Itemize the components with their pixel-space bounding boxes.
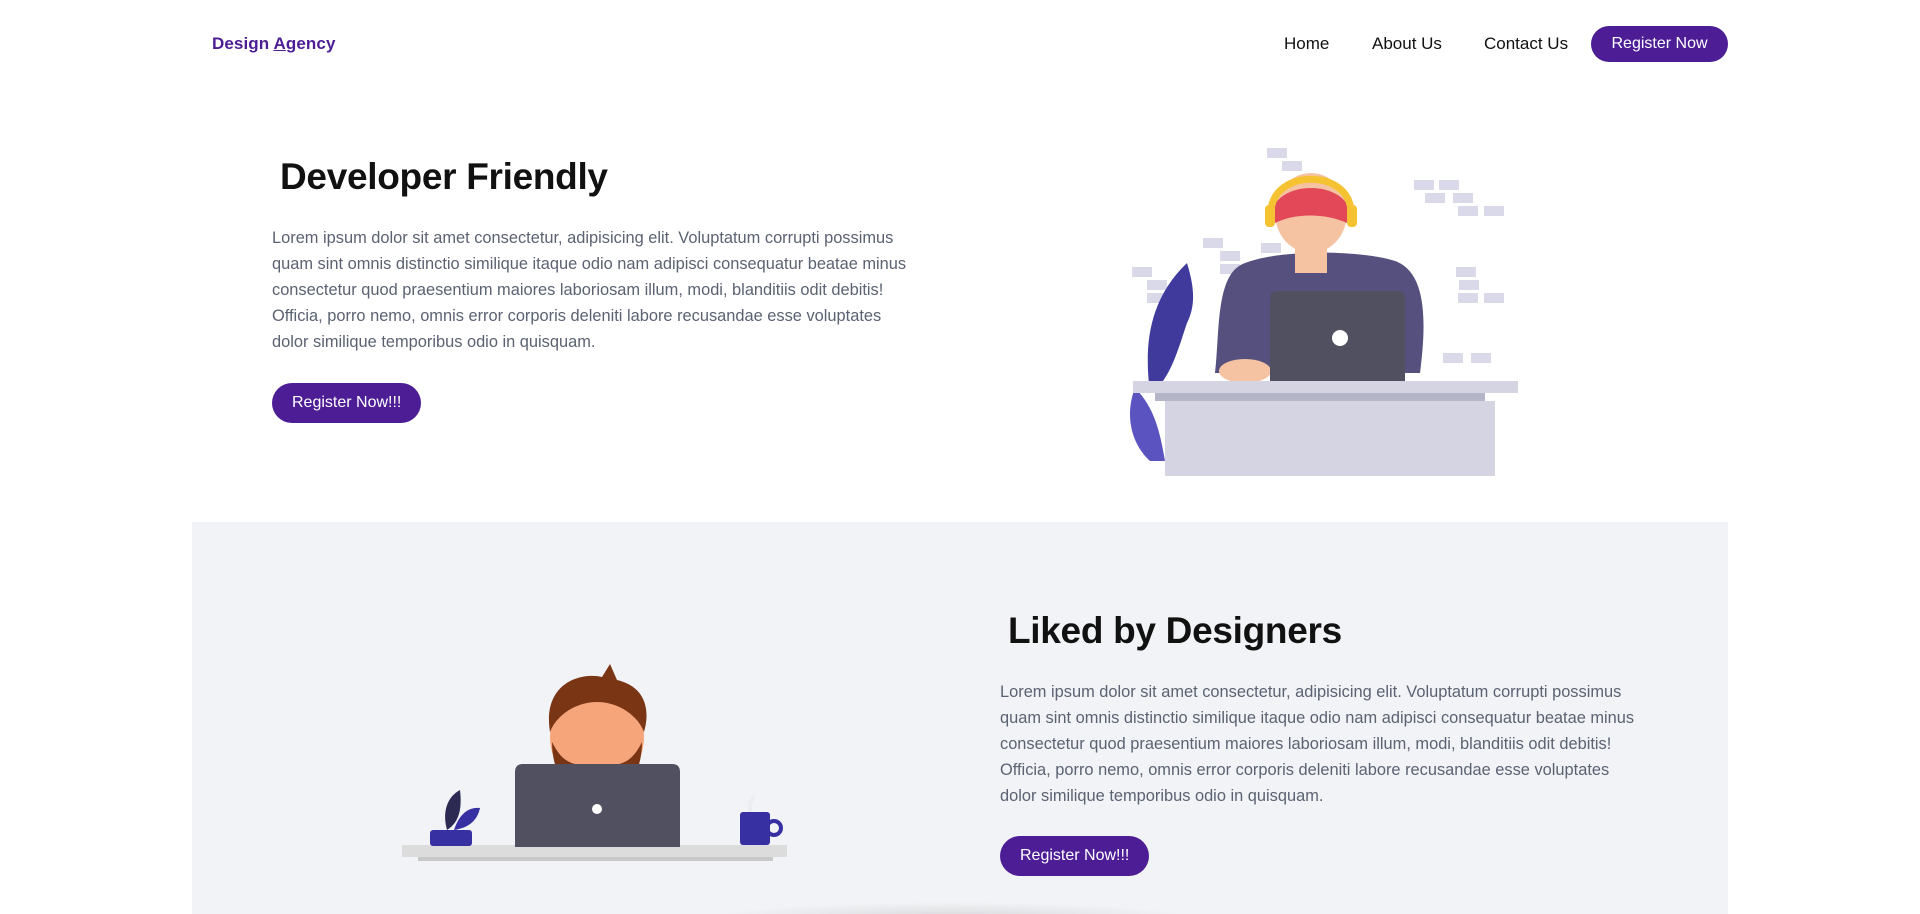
brand-logo[interactable]: Design Agency [212,34,336,54]
nav-contact-link[interactable]: Contact Us [1484,34,1568,54]
liked-by-designers-section: Liked by Designers Lorem ipsum dolor sit… [192,522,1728,914]
section2-register-button[interactable]: Register Now!!! [1000,836,1150,876]
brand-text-letter: A [273,34,286,53]
section2-title: Liked by Designers [1008,610,1342,651]
nav-about-link[interactable]: About Us [1372,34,1442,54]
nav-register-button[interactable]: Register Now [1591,26,1728,62]
section2-paragraph: Lorem ipsum dolor sit amet consectetur, … [1000,683,1635,805]
section1-title: Developer Friendly [280,156,608,197]
nav-home-link[interactable]: Home [1284,34,1329,54]
section1-register-button[interactable]: Register Now!!! [272,383,422,423]
decorative-shadow [712,902,1192,914]
designer-illustration-icon [402,602,822,867]
developer-illustration-icon [1125,143,1525,498]
developer-friendly-section: Developer Friendly Lorem ipsum dolor sit… [0,88,1920,522]
brand-text-rest: gency [285,34,336,53]
section1-paragraph: Lorem ipsum dolor sit amet consectetur, … [272,229,907,351]
brand-text-first: Design [212,34,274,53]
navbar: Design Agency Home About Us Contact Us R… [192,0,1728,88]
